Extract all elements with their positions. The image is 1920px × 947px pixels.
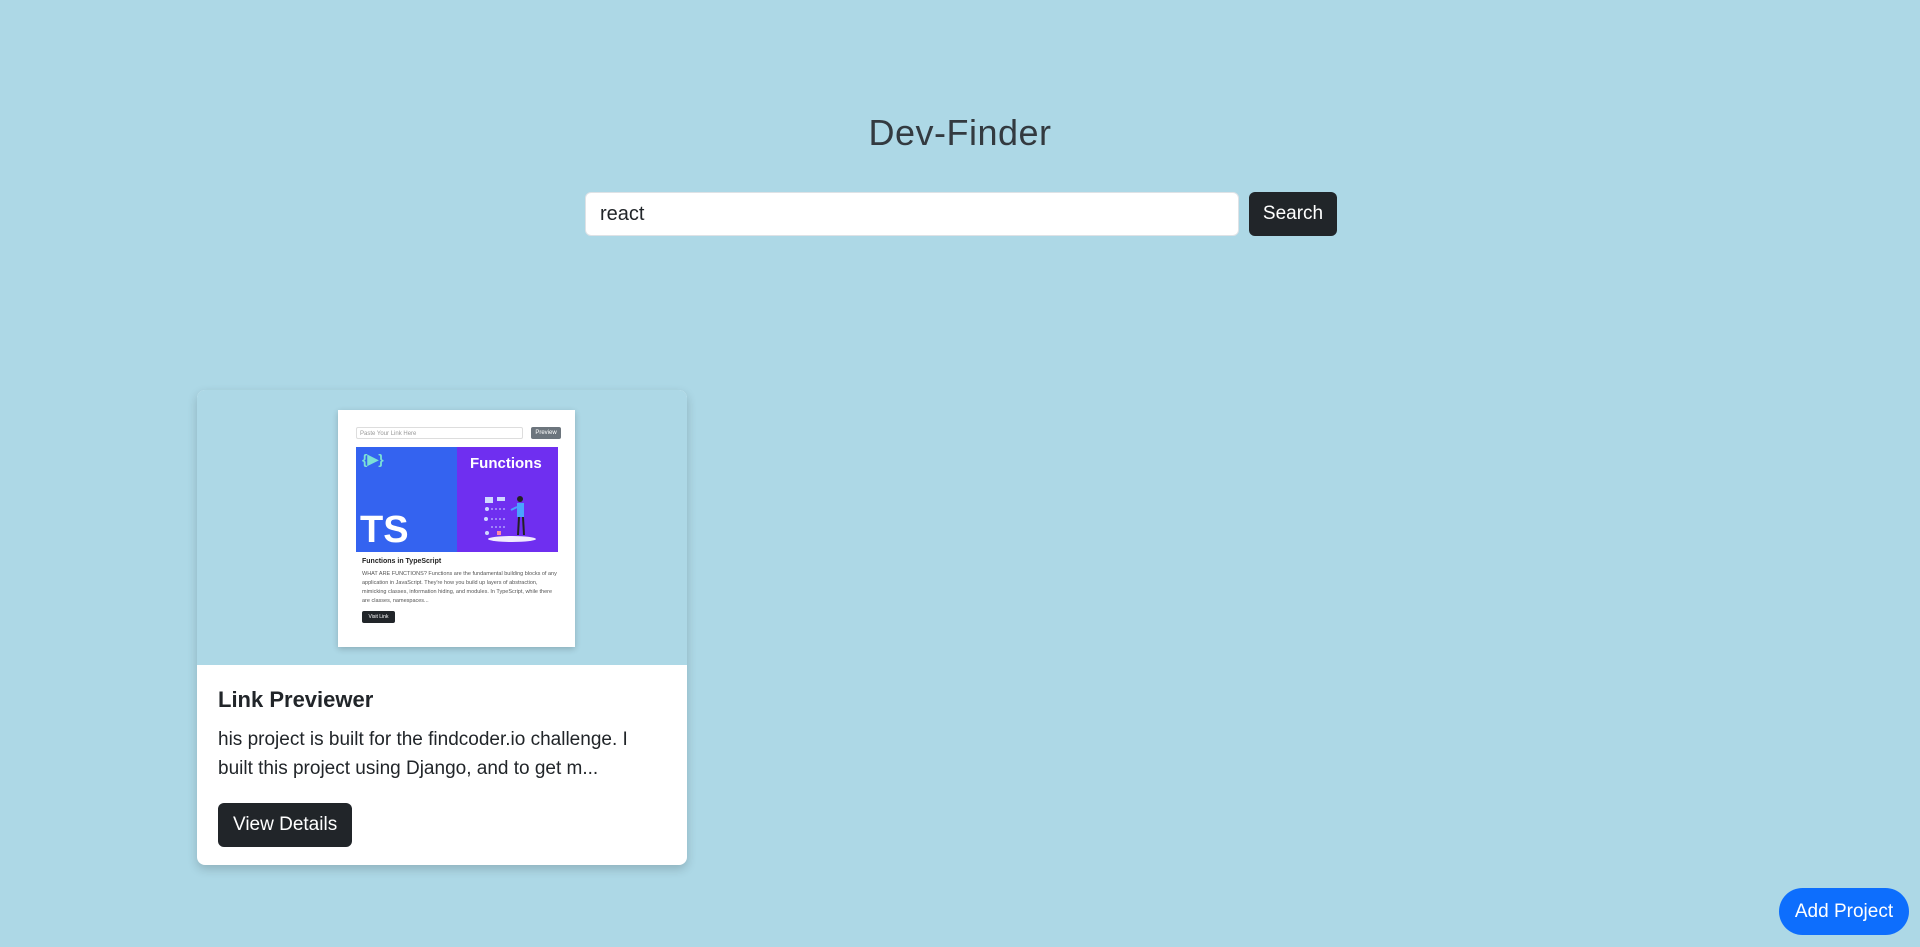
search-input[interactable] xyxy=(585,192,1239,236)
thumbnail-link-input: Paste Your Link Here xyxy=(356,427,523,439)
view-details-button[interactable]: View Details xyxy=(218,803,353,847)
code-logo-icon: {▶} xyxy=(362,451,384,467)
page-title: Dev-Finder xyxy=(868,112,1052,153)
project-thumbnail: Paste Your Link Here Preview {▶} TS Func… xyxy=(197,390,687,665)
banner-right-panel: Functions xyxy=(457,447,558,552)
thumbnail-preview-button: Preview xyxy=(531,427,561,439)
project-title: Link Previewer xyxy=(218,687,374,712)
add-project-button[interactable]: Add Project xyxy=(1779,888,1909,935)
thumbnail-screenshot: Paste Your Link Here Preview {▶} TS Func… xyxy=(338,410,575,647)
thumbnail-card-title: Functions in TypeScript xyxy=(362,558,442,565)
card-body: Link Previewer his project is built for … xyxy=(197,665,687,865)
developer-illustration-icon xyxy=(484,496,536,542)
banner-left-panel: {▶} TS xyxy=(356,447,457,552)
project-description: his project is built for the findcoder.i… xyxy=(218,729,628,779)
page: Dev-Finder Search Paste Your Link Here P… xyxy=(0,0,1920,947)
thumbnail-visit-button: Visit Link xyxy=(362,611,395,623)
thumbnail-banner: {▶} TS Functions xyxy=(356,447,558,552)
thumbnail-card-description: WHAT ARE FUNCTIONS? Functions are the fu… xyxy=(362,571,557,604)
banner-ts-text: TS xyxy=(360,509,409,551)
search-bar: Search xyxy=(585,192,1337,236)
project-card: Paste Your Link Here Preview {▶} TS Func… xyxy=(197,390,687,865)
search-button[interactable]: Search xyxy=(1249,192,1337,236)
